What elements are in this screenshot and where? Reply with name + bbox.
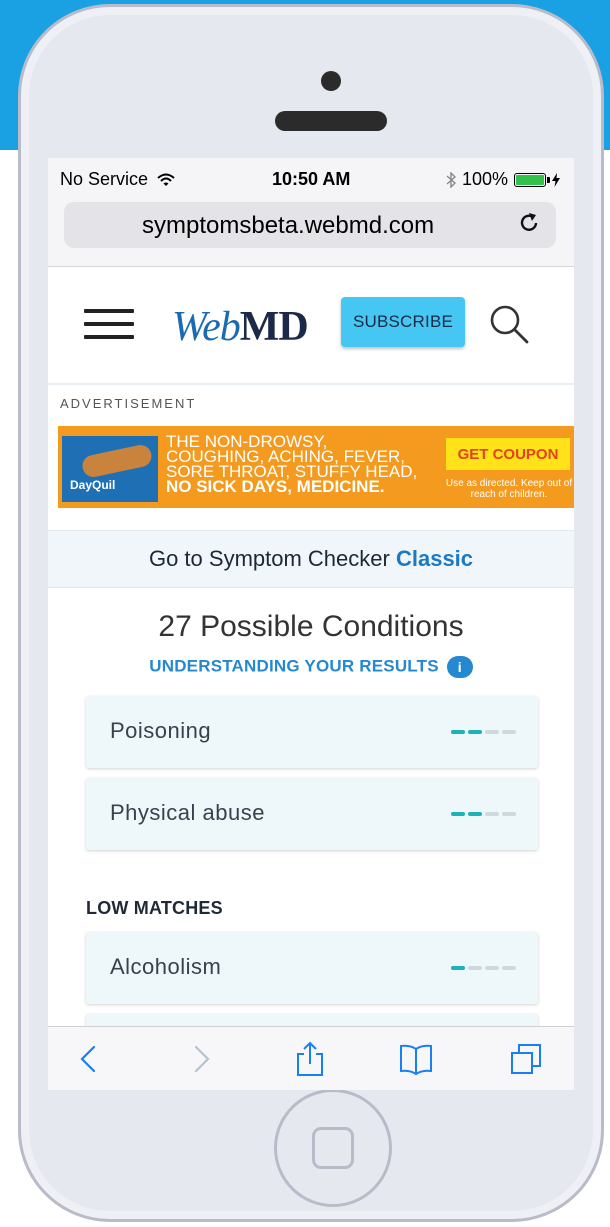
ad-brand: DayQuil: [70, 478, 116, 492]
meter-segment-on: [451, 966, 465, 970]
home-square-icon: [312, 1127, 354, 1169]
ad-coupon-button[interactable]: GET COUPON: [446, 438, 570, 470]
condition-card[interactable]: Alcoholism: [86, 932, 538, 1004]
advertisement-banner[interactable]: DayQuil THE NON-DROWSY, COUGHING, ACHING…: [58, 426, 574, 508]
carrier-label: No Service: [60, 169, 149, 189]
reload-icon[interactable]: [516, 210, 542, 236]
results-title: 27 Possible Conditions: [158, 610, 464, 643]
share-icon[interactable]: [292, 1041, 328, 1077]
classic-link[interactable]: Classic: [396, 546, 473, 571]
browser-toolbar: [48, 1026, 574, 1090]
url-text: symptomsbeta.webmd.com: [142, 212, 435, 239]
battery-tip: [547, 176, 550, 183]
logo-md-text: MD: [239, 304, 309, 350]
classic-prefix: Go to Symptom Checker: [148, 546, 390, 571]
clock: 10:50 AM: [272, 169, 351, 189]
meter-segment-off: [468, 966, 482, 970]
subscribe-button[interactable]: SUBSCRIBE: [341, 297, 465, 347]
bookmarks-icon[interactable]: [398, 1041, 434, 1077]
back-icon[interactable]: [72, 1041, 108, 1077]
phone-screen: No Service 10:50 AM 100% symptomsbeta.we…: [48, 158, 574, 1090]
meter-segment-on: [451, 730, 465, 734]
condition-name: Poisoning: [110, 718, 212, 743]
battery-icon: [514, 172, 550, 187]
earpiece-speaker: [275, 111, 387, 131]
menu-bar-middle: [84, 322, 134, 326]
ad-product-image: DayQuil: [62, 436, 158, 502]
carrier-status: No Service: [60, 169, 175, 190]
low-matches-heading: LOW MATCHES: [86, 898, 223, 918]
forward-icon[interactable]: [182, 1041, 218, 1077]
meter-segment-on: [468, 730, 482, 734]
advertisement-label: ADVERTISEMENT: [60, 396, 197, 411]
meter-segment-off: [485, 966, 499, 970]
meter-segment-off: [485, 730, 499, 734]
bluetooth-icon: [446, 171, 456, 188]
match-meter: [451, 812, 516, 816]
menu-bar-top: [84, 309, 134, 313]
ad-pill-graphic: [80, 442, 154, 480]
logo-web-text: Web: [172, 304, 241, 350]
tabs-icon[interactable]: [508, 1041, 544, 1077]
browser-address-area: symptomsbeta.webmd.com: [48, 194, 574, 267]
battery-fill: [516, 174, 544, 185]
meter-segment-off: [502, 812, 516, 816]
status-right: 100%: [446, 169, 560, 190]
understanding-results-link[interactable]: UNDERSTANDING YOUR RESULTS i: [48, 656, 574, 678]
meter-segment-off: [502, 966, 516, 970]
condition-card[interactable]: Poisoning: [86, 696, 538, 768]
front-camera: [321, 71, 341, 91]
condition-name: Alcoholism: [110, 954, 222, 979]
ad-copy: THE NON-DROWSY, COUGHING, ACHING, FEVER,…: [166, 433, 417, 496]
match-meter: [451, 966, 516, 970]
menu-icon[interactable]: [84, 309, 134, 345]
info-icon[interactable]: i: [446, 656, 473, 678]
classic-checker-bar: Go to Symptom Checker Classic: [48, 530, 574, 588]
understanding-label: UNDERSTANDING YOUR RESULTS: [149, 656, 439, 676]
meter-segment-off: [485, 812, 499, 816]
ad-line-4: NO SICK DAYS, MEDICINE.: [166, 477, 385, 496]
home-button[interactable]: [274, 1089, 392, 1207]
match-meter: [451, 730, 516, 734]
webmd-logo[interactable]: WebMD: [172, 303, 309, 351]
charging-bolt-icon: [552, 172, 560, 187]
condition-card[interactable]: Physical abuse: [86, 778, 538, 850]
search-icon[interactable]: [488, 303, 530, 345]
battery-percent: 100%: [461, 169, 508, 189]
wifi-icon: [157, 173, 175, 187]
site-header: WebMD SUBSCRIBE: [48, 267, 574, 385]
condition-name: Physical abuse: [110, 800, 265, 825]
meter-segment-on: [468, 812, 482, 816]
menu-bar-bottom: [84, 335, 134, 339]
meter-segment-on: [451, 812, 465, 816]
meter-segment-off: [502, 730, 516, 734]
ad-fine-print: Use as directed. Keep out of reach of ch…: [445, 478, 573, 500]
address-bar[interactable]: symptomsbeta.webmd.com: [64, 202, 556, 248]
